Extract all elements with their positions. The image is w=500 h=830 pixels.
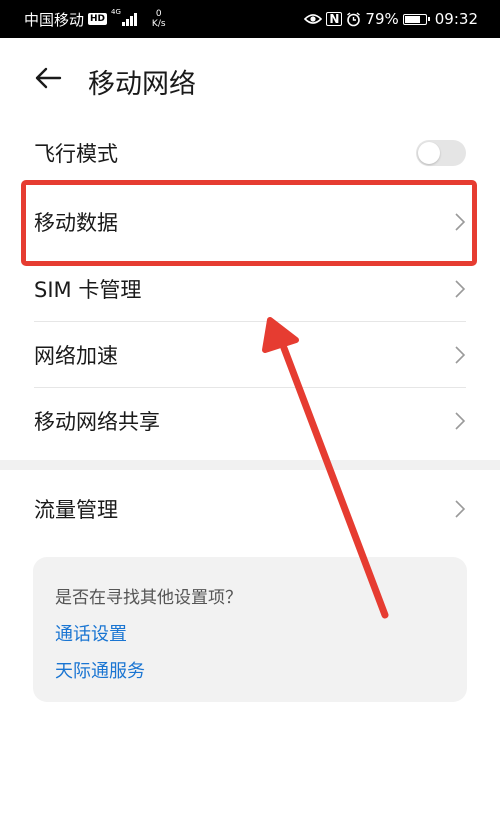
chevron-right-icon	[455, 346, 466, 364]
traffic-management-label: 流量管理	[34, 498, 118, 522]
status-bar: 中国移动 HD 4G 0 K/s N 79% 09:32	[0, 0, 500, 38]
network-speed: 0 K/s	[152, 9, 166, 29]
alarm-icon	[347, 11, 361, 26]
battery-fill	[404, 15, 420, 23]
network-acceleration-label: 网络加速	[34, 344, 118, 368]
airplane-mode-row[interactable]: 飞行模式	[0, 118, 500, 188]
section-divider	[0, 460, 500, 470]
battery-icon	[402, 13, 430, 25]
chevron-right-icon	[455, 412, 466, 430]
sim-card-management-label: SIM 卡管理	[34, 278, 142, 302]
mobile-data-label: 移动数据	[34, 211, 118, 235]
signal-icon	[121, 12, 138, 26]
mobile-hotspot-label: 移动网络共享	[34, 410, 160, 434]
network-speed-unit: K/s	[151, 19, 166, 29]
status-bar-right: N 79% 09:32	[300, 10, 478, 28]
sim-card-management-row[interactable]: SIM 卡管理	[0, 256, 500, 322]
carrier-name: 中国移动	[24, 10, 85, 29]
battery-percent: 79%	[365, 10, 399, 28]
mobile-data-row[interactable]: 移动数据	[0, 188, 500, 256]
skytone-service-link[interactable]: 天际通服务	[55, 657, 145, 683]
chevron-right-icon	[455, 280, 466, 298]
suggestion-question: 是否在寻找其他设置项？	[55, 588, 242, 608]
suggestion-card: 是否在寻找其他设置项？ 通话设置 天际通服务	[33, 557, 467, 702]
mobile-hotspot-row[interactable]: 移动网络共享	[0, 388, 500, 454]
traffic-management-row[interactable]: 流量管理	[0, 470, 500, 548]
chevron-right-icon	[455, 500, 466, 518]
airplane-mode-toggle[interactable]	[416, 140, 466, 166]
chevron-right-icon	[455, 213, 466, 231]
settings-list: 飞行模式 移动数据 SIM 卡管理 网络加速 移动网络共享 流量管理	[0, 118, 500, 548]
hd-badge: HD	[88, 13, 108, 25]
back-arrow-icon[interactable]	[34, 66, 62, 90]
call-settings-link[interactable]: 通话设置	[55, 620, 127, 646]
app-header: 移动网络	[0, 38, 500, 118]
toggle-knob	[418, 142, 440, 164]
airplane-mode-label: 飞行模式	[34, 142, 118, 166]
network-acceleration-row[interactable]: 网络加速	[0, 322, 500, 388]
eye-icon	[304, 14, 323, 24]
nfc-icon: N	[326, 12, 343, 26]
network-speed-value: 0	[155, 9, 162, 19]
clock: 09:32	[434, 10, 478, 28]
page-title: 移动网络	[88, 69, 196, 100]
status-bar-left: 中国移动 HD 4G 0 K/s	[24, 7, 170, 30]
signal-type: 4G	[111, 7, 121, 16]
